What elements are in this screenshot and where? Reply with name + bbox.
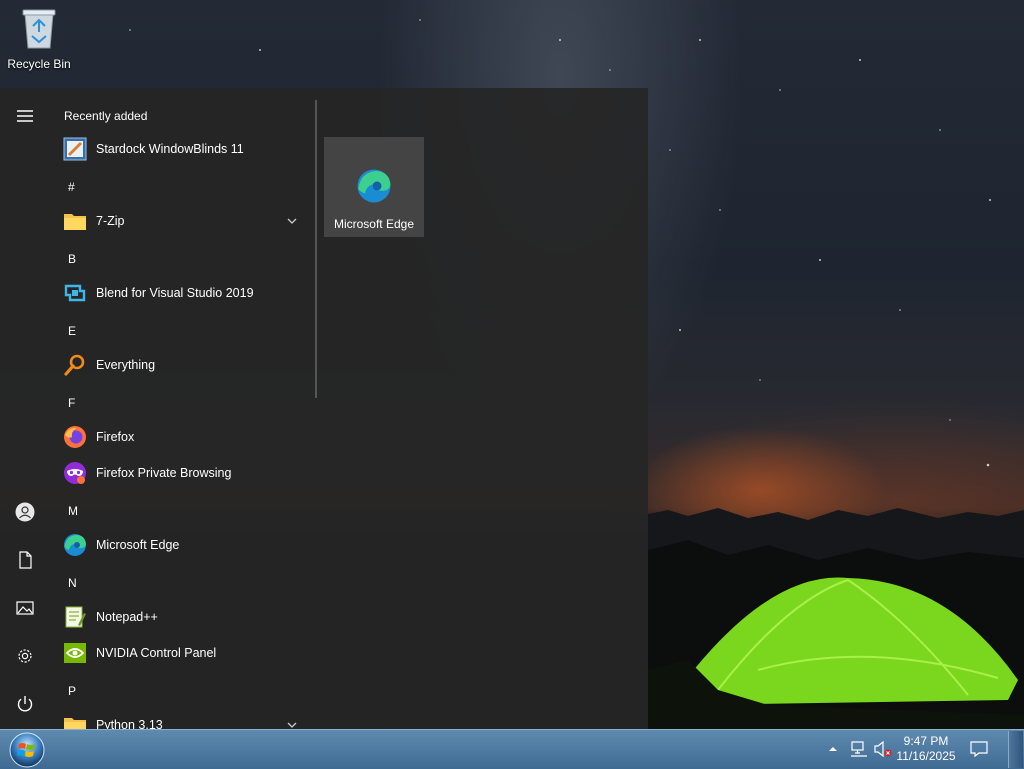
wallpaper-landscape [648,508,1024,730]
app-label: Everything [96,358,156,372]
app-item-everything[interactable]: Everything [50,347,312,383]
tile-microsoft-edge[interactable]: Microsoft Edge [324,137,424,237]
network-icon[interactable] [850,740,868,758]
start-menu-rail [0,88,50,729]
pictures-button[interactable] [0,588,50,628]
app-label: Blend for Visual Studio 2019 [96,286,254,300]
tile-label: Microsoft Edge [333,217,415,231]
recycle-bin-icon [22,9,56,49]
windows-orb-icon[interactable] [8,731,46,769]
clock-time: 9:47 PM [903,734,949,748]
letter-header-n[interactable]: N [68,576,77,590]
user-icon [15,502,35,522]
letter-header-e[interactable]: E [68,324,76,338]
recently-added-heading: Recently added [64,109,148,123]
hamburger-icon [17,110,33,122]
taskbar-clock[interactable]: 9:47 PM 11/16/2025 [890,734,962,764]
nvidia-icon [64,643,86,663]
folder-icon [64,718,86,729]
recycle-bin-label: Recycle Bin [7,57,71,71]
expand-menu-button[interactable] [0,96,50,136]
pictures-icon [16,601,34,615]
settings-button[interactable] [0,636,50,676]
letter-header-b[interactable]: B [68,252,76,266]
folder-icon [64,214,86,230]
app-item-7zip[interactable]: 7-Zip [50,203,312,239]
app-label: 7-Zip [96,214,125,228]
app-label: Notepad++ [96,610,158,624]
show-desktop-button[interactable] [1008,731,1023,768]
clock-date: 11/16/2025 [896,749,956,763]
notepadpp-icon [65,606,86,628]
app-item-microsoft-edge[interactable]: Microsoft Edge [50,527,312,563]
taskbar: 9:47 PM 11/16/2025 [0,729,1024,769]
letter-header-p[interactable]: P [68,684,76,698]
documents-button[interactable] [0,540,50,580]
gear-icon [18,649,32,663]
desktop-icon-recycle-bin[interactable]: Recycle Bin [4,6,74,71]
app-label: Firefox [96,430,135,444]
app-label: Stardock WindowBlinds 11 [96,142,244,156]
app-item-firefox-private[interactable]: Firefox Private Browsing [50,455,312,491]
power-icon [17,696,33,712]
windowblinds-icon [63,137,87,161]
edge-icon [357,169,391,203]
chevron-down-icon[interactable] [286,215,298,227]
app-list-scrollbar[interactable] [315,100,317,398]
app-item-nvidia-control-panel[interactable]: NVIDIA Control Panel [50,635,312,671]
start-menu: Recently added Stardock WindowBlinds 11 … [0,88,648,729]
everything-search-icon [64,354,85,376]
app-label: NVIDIA Control Panel [96,646,217,660]
chevron-down-icon[interactable] [286,719,298,729]
app-item-python[interactable]: Python 3.13 [50,707,312,729]
app-list[interactable]: Recently added Stardock WindowBlinds 11 … [50,88,316,729]
letter-header-f[interactable]: F [68,396,75,410]
document-icon [19,551,32,569]
app-item-windowblinds[interactable]: Stardock WindowBlinds 11 [50,131,312,167]
firefox-icon [64,426,86,448]
user-account-button[interactable] [0,492,50,532]
firefox-private-icon [64,462,86,484]
app-label: Python 3.13 [96,718,163,729]
power-button[interactable] [0,684,50,724]
app-item-blend[interactable]: Blend for Visual Studio 2019 [50,275,312,311]
app-item-firefox[interactable]: Firefox [50,419,312,455]
notification-icon[interactable] [970,740,988,758]
app-item-notepadpp[interactable]: Notepad++ [50,599,312,635]
letter-header-m[interactable]: M [68,504,78,518]
blend-icon [64,284,86,302]
letter-header-hash[interactable]: # [68,180,75,194]
chevron-up-icon[interactable] [828,744,838,754]
app-label: Firefox Private Browsing [96,466,232,480]
edge-icon [64,534,86,556]
app-label: Microsoft Edge [96,538,180,552]
